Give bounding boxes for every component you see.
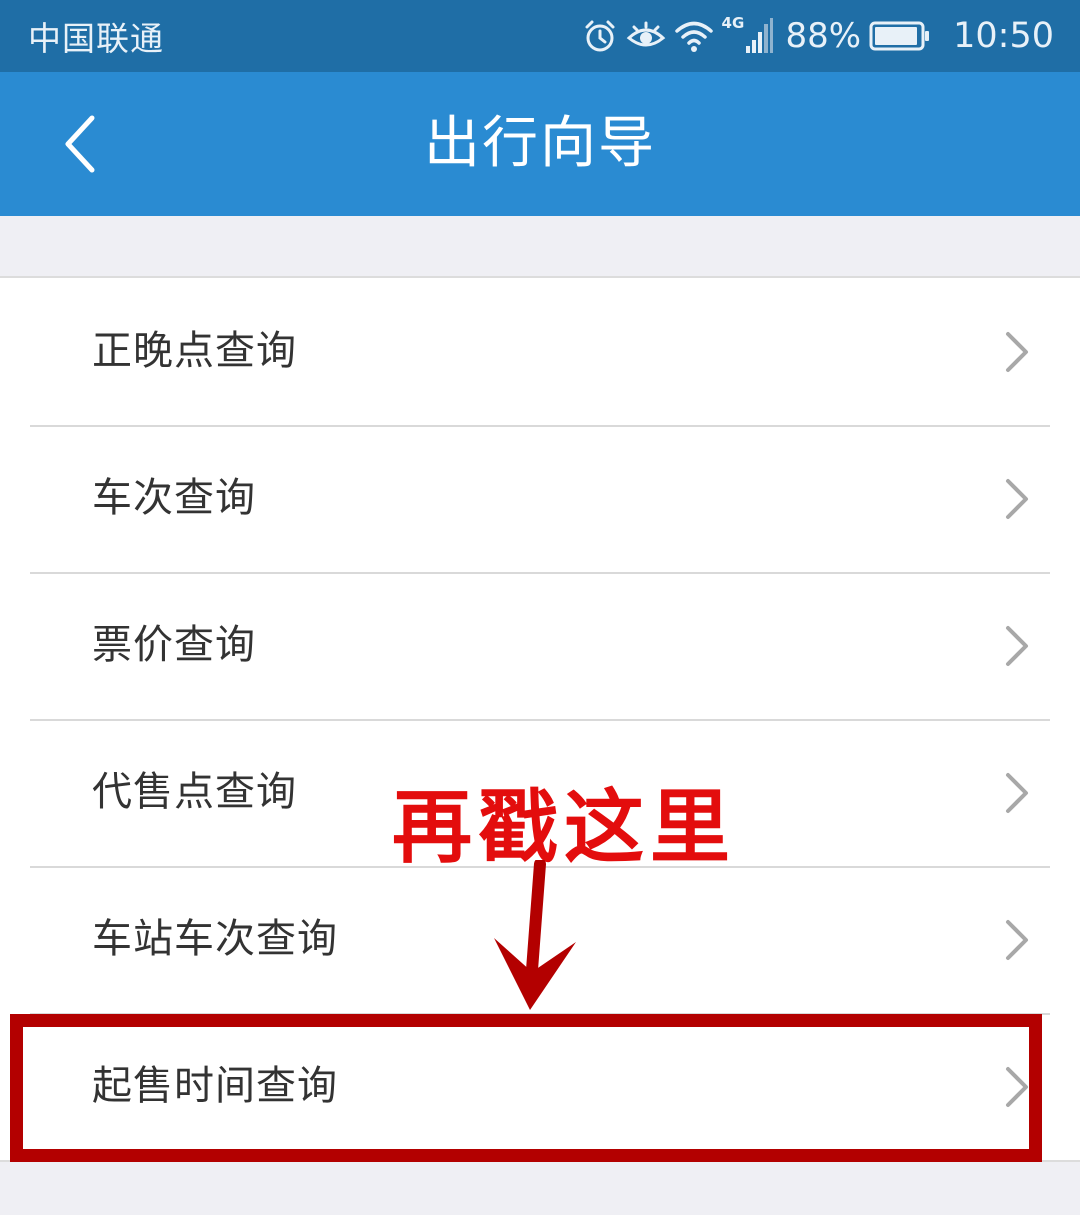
status-icons: 4G 88% 10:50 [582, 14, 1054, 56]
alarm-icon [582, 18, 618, 54]
screen: 中国联通 4G 88% 10:50 出行向导 正晚点查询 车次查询 票价查询 代… [0, 0, 1080, 1215]
signal-icon: 4G [722, 14, 774, 56]
carrier-name: 中国联通 [28, 19, 164, 58]
status-bar: 中国联通 4G 88% 10:50 [0, 0, 1080, 72]
battery-percent: 88% [785, 16, 862, 56]
chevron-right-icon [1006, 625, 1028, 666]
chevron-right-icon [1006, 331, 1028, 372]
wifi-icon [674, 18, 714, 54]
menu-item-label: 车次查询 [92, 475, 256, 521]
eye-icon [626, 18, 666, 54]
menu-item-label: 票价查询 [92, 622, 256, 668]
menu-item-delay-query[interactable]: 正晚点查询 [0, 278, 1080, 425]
menu-item-label: 代售点查询 [92, 769, 297, 815]
chevron-right-icon [1006, 919, 1028, 960]
chevron-right-icon [1006, 478, 1028, 519]
chevron-right-icon [1006, 1066, 1028, 1107]
menu-item-fare-query[interactable]: 票价查询 [0, 572, 1080, 719]
annotation-text: 再戳这里 [392, 781, 736, 874]
menu-item-presale-time-query[interactable]: 起售时间查询 [0, 1013, 1080, 1160]
menu-list: 正晚点查询 车次查询 票价查询 代售点查询 车站车次查询 起售时间查询 [0, 276, 1080, 1162]
page-title: 出行向导 [424, 111, 656, 176]
menu-item-label: 正晚点查询 [92, 328, 297, 374]
battery-icon [869, 20, 931, 52]
clock: 10:50 [953, 16, 1054, 56]
menu-item-label: 起售时间查询 [92, 1063, 338, 1109]
chevron-right-icon [1006, 772, 1028, 813]
menu-item-label: 车站车次查询 [92, 916, 338, 962]
menu-item-train-query[interactable]: 车次查询 [0, 425, 1080, 572]
menu-item-station-train-query[interactable]: 车站车次查询 [0, 866, 1080, 1013]
title-bar: 出行向导 [0, 72, 1080, 216]
